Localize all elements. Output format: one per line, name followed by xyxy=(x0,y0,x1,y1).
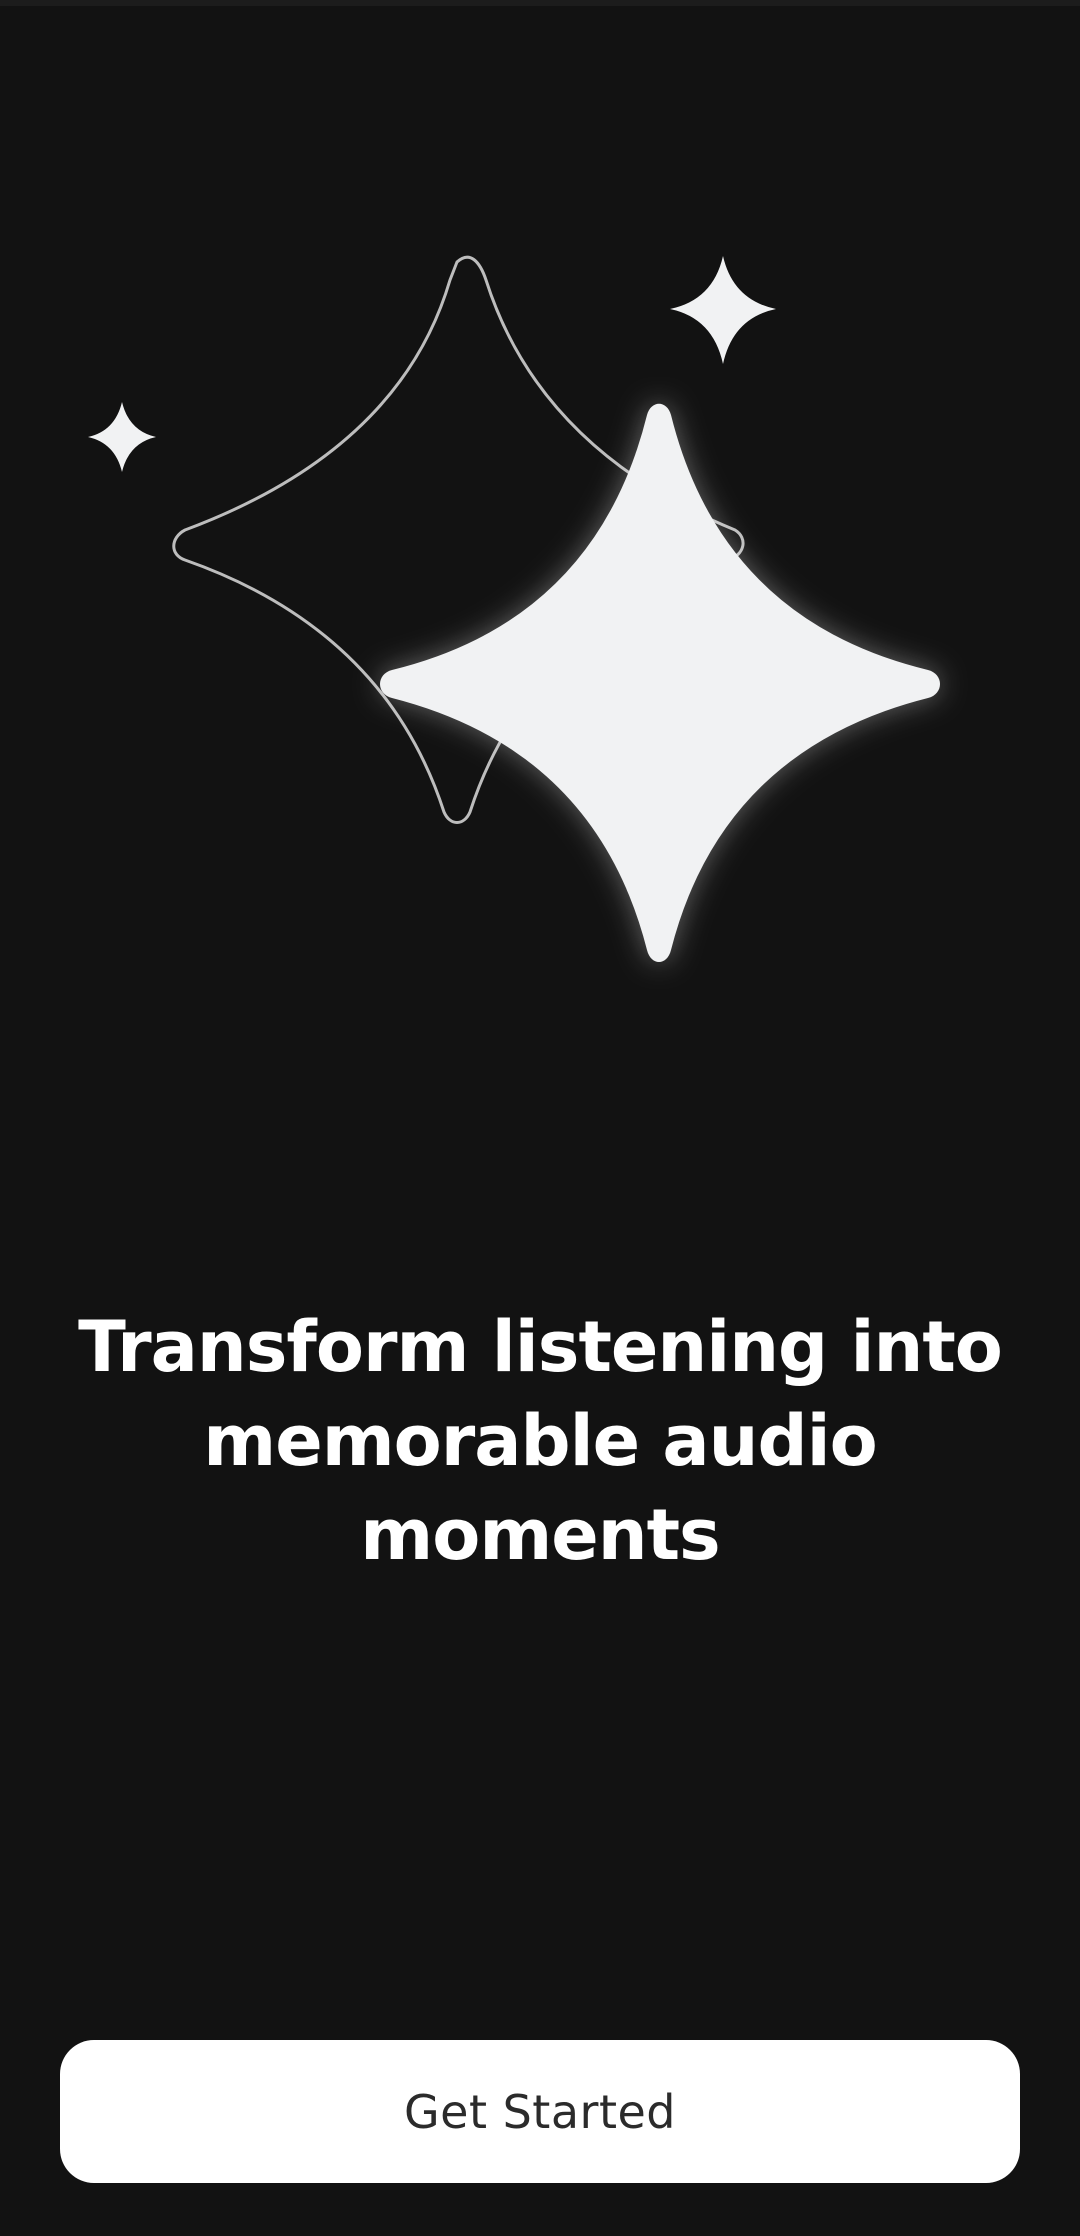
get-started-button[interactable]: Get Started xyxy=(60,2040,1020,2183)
sparkle-small-icon xyxy=(670,256,776,364)
sparkle-tiny-icon xyxy=(88,402,156,472)
onboarding-screen: Transform listening into memorable audio… xyxy=(0,0,1080,2236)
sparkle-large-filled-icon xyxy=(380,403,940,962)
onboarding-headline: Transform listening into memorable audio… xyxy=(78,1306,1003,1576)
sparkles-illustration xyxy=(88,255,940,962)
